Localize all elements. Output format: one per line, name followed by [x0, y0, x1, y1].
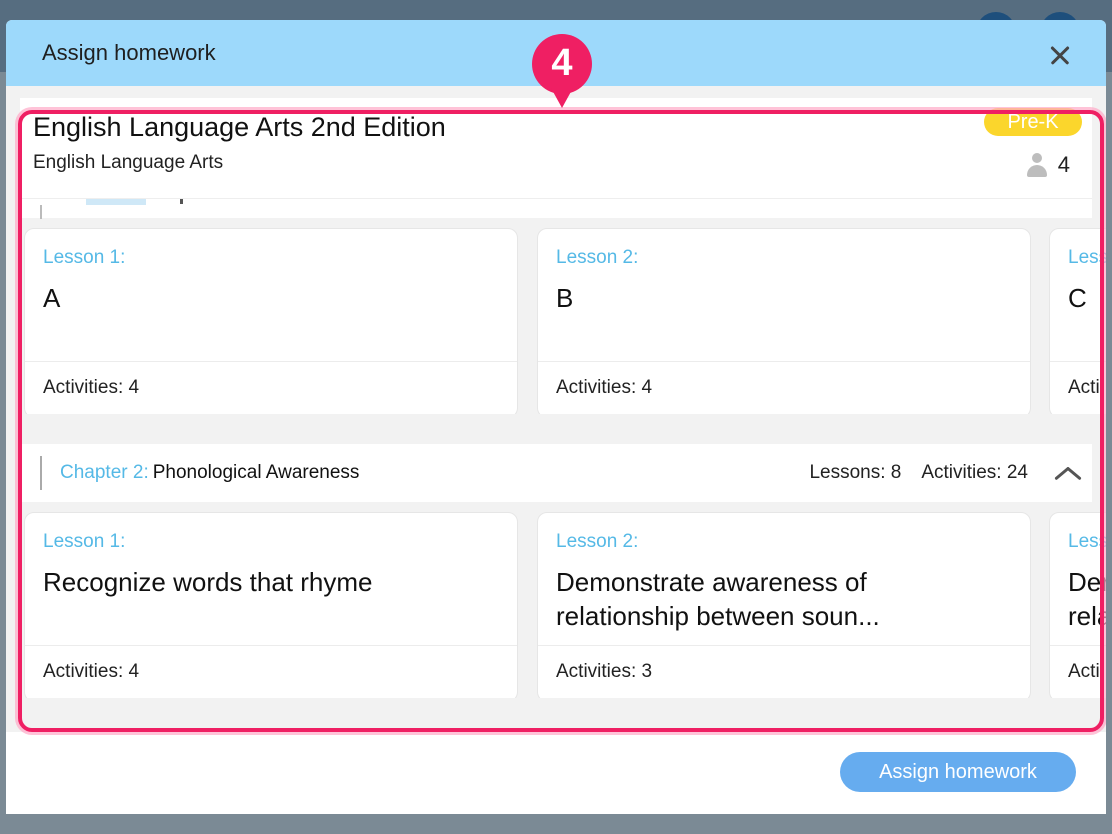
close-icon[interactable] [1042, 38, 1078, 72]
assign-homework-button[interactable]: Assign homework [840, 752, 1076, 792]
annotation-marker: 4 [532, 34, 592, 94]
annotation-highlight-box [18, 110, 1104, 732]
annotation-marker-pointer [551, 88, 573, 108]
modal-title: Assign homework [42, 40, 216, 65]
modal-footer: Assign homework [6, 732, 1106, 814]
assign-homework-modal: Assign homework English Language Arts 2n… [6, 20, 1106, 814]
